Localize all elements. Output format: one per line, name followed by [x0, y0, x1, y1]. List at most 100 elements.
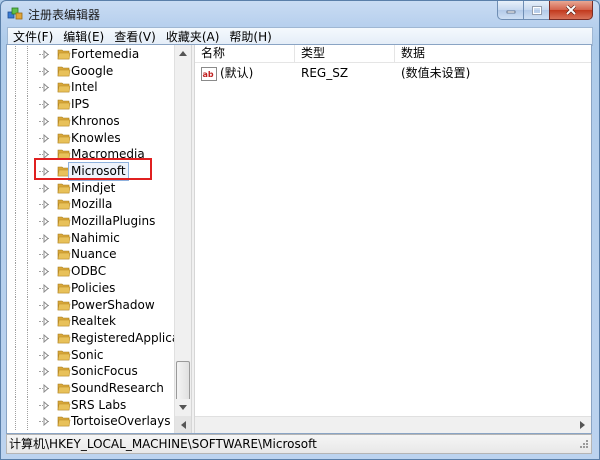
caption-buttons: [497, 1, 593, 20]
list-horizontal-scrollbar[interactable]: [195, 416, 591, 433]
expand-arrow-icon[interactable]: [43, 283, 50, 293]
tree-guide-line: [15, 179, 16, 197]
tree-item-label: SRS Labs: [71, 397, 127, 412]
tree-item[interactable]: Mindjet: [7, 179, 175, 197]
folder-icon: [57, 66, 71, 76]
tree-item[interactable]: Nahimic: [7, 229, 175, 247]
expand-arrow-icon[interactable]: [43, 183, 50, 193]
expand-arrow-icon[interactable]: [43, 300, 50, 310]
expand-arrow-icon[interactable]: [43, 317, 50, 327]
tree-item[interactable]: Khronos: [7, 112, 175, 130]
expand-arrow-icon[interactable]: [43, 417, 50, 427]
expand-arrow-icon[interactable]: [43, 333, 50, 343]
tree-item[interactable]: SRS Labs: [7, 396, 175, 414]
title-bar[interactable]: 注册表编辑器: [1, 1, 599, 27]
tree-item[interactable]: MozillaPlugins: [7, 213, 175, 230]
tree-item[interactable]: ODBC: [7, 263, 175, 281]
tree-vertical-scrollbar[interactable]: [174, 45, 191, 433]
scroll-right-button[interactable]: [574, 417, 591, 433]
expand-arrow-icon[interactable]: [43, 116, 50, 126]
expand-arrow-icon[interactable]: [43, 267, 50, 277]
tree-guide-line: [27, 380, 28, 397]
tree-item[interactable]: Mozilla: [7, 196, 175, 214]
tree-item[interactable]: Nuance: [7, 246, 175, 264]
value-name: (默认): [220, 66, 254, 80]
folder-icon: [57, 333, 71, 344]
expand-arrow-icon[interactable]: [43, 66, 50, 76]
close-button[interactable]: [549, 1, 593, 20]
list-item[interactable]: ab (默认) REG_SZ (数值未设置): [195, 64, 591, 82]
minimize-button[interactable]: [497, 1, 523, 20]
tree-guide-line: [27, 179, 28, 197]
tree-guide-line: [15, 146, 16, 164]
expand-arrow-icon[interactable]: [43, 100, 50, 110]
tree-guide-line: [15, 246, 16, 264]
folder-icon: [57, 366, 71, 377]
folder-icon: [57, 83, 71, 93]
scroll-thumb[interactable]: [176, 361, 190, 401]
scroll-down-button[interactable]: [175, 399, 191, 416]
folder-icon: [57, 250, 71, 260]
tree-guide-line: [27, 46, 28, 63]
tree-guide-line: [15, 296, 16, 314]
values-pane[interactable]: 名称 类型 数据 ab (默认) REG_SZ (数值未设置): [195, 45, 591, 433]
value-data: (数值未设置): [401, 66, 471, 80]
tree-guide-line: [15, 329, 16, 347]
expand-arrow-icon[interactable]: [43, 217, 50, 226]
tree-guide-line: [15, 129, 16, 147]
expand-arrow-icon[interactable]: [43, 400, 50, 410]
tree-item[interactable]: SonicFocus: [7, 363, 175, 381]
column-headers: 名称 类型 数据: [195, 45, 591, 63]
column-data[interactable]: 数据: [395, 45, 591, 63]
tree-item[interactable]: RegisteredApplications: [7, 329, 191, 347]
tree-item[interactable]: IPS: [7, 96, 175, 114]
resize-grip-icon[interactable]: [577, 439, 589, 451]
tree-guide-line: [15, 413, 16, 431]
column-name[interactable]: 名称: [195, 45, 295, 63]
tree-item[interactable]: TortoiseOverlays: [7, 413, 175, 431]
tree-item[interactable]: Google: [7, 62, 175, 80]
tree-item[interactable]: Knowles: [7, 129, 175, 147]
tree-item-label: Mozilla: [71, 197, 113, 212]
scroll-right-icon: [580, 421, 585, 429]
regedit-icon: [7, 7, 23, 20]
expand-arrow-icon[interactable]: [43, 367, 50, 377]
tree-guide-line: [27, 146, 28, 164]
folder-icon: [57, 400, 71, 410]
client-area: Fortemedia Google Intel IPS Khronos Knowles Ma…: [6, 44, 592, 434]
expand-arrow-icon[interactable]: [43, 233, 50, 243]
tree-item[interactable]: PowerShadow: [7, 296, 175, 314]
tree-guide-line: [15, 313, 16, 331]
expand-arrow-icon[interactable]: [43, 50, 50, 59]
maximize-button[interactable]: [523, 1, 549, 20]
tree-item-label: PowerShadow: [71, 297, 155, 312]
folder-icon: [57, 300, 71, 310]
expand-arrow-icon[interactable]: [43, 384, 50, 393]
folder-icon: [57, 183, 71, 193]
tree-item[interactable]: Realtek: [7, 313, 175, 331]
tree-item-label: RegisteredApplications: [71, 330, 191, 345]
scroll-up-button[interactable]: [175, 45, 191, 62]
expand-arrow-icon[interactable]: [43, 83, 50, 93]
tree-item-label: Sonic: [71, 347, 104, 362]
folder-icon: [57, 49, 71, 60]
tree-item[interactable]: SoundResearch: [7, 380, 175, 397]
expand-arrow-icon[interactable]: [43, 250, 50, 260]
tree-guide-line: [27, 346, 28, 364]
scroll-left-icon: [180, 420, 186, 429]
folder-icon: [57, 133, 71, 143]
tree-item-label: Google: [71, 63, 114, 78]
tree-item[interactable]: Fortemedia: [7, 46, 175, 63]
tree-pane[interactable]: Fortemedia Google Intel IPS Khronos Knowles Ma…: [7, 45, 191, 433]
tree-guide-line: [27, 246, 28, 264]
tree-item[interactable]: Policies: [7, 279, 175, 297]
expand-arrow-icon[interactable]: [43, 133, 50, 143]
tree-guide-line: [15, 396, 16, 414]
tree-item[interactable]: Intel: [7, 79, 175, 97]
tree-item[interactable]: Sonic: [7, 346, 175, 364]
column-type[interactable]: 类型: [295, 45, 395, 63]
expand-arrow-icon[interactable]: [43, 200, 50, 210]
tree-item-label: Khronos: [71, 113, 120, 128]
expand-arrow-icon[interactable]: [43, 350, 50, 360]
tree-guide-line: [27, 213, 28, 230]
